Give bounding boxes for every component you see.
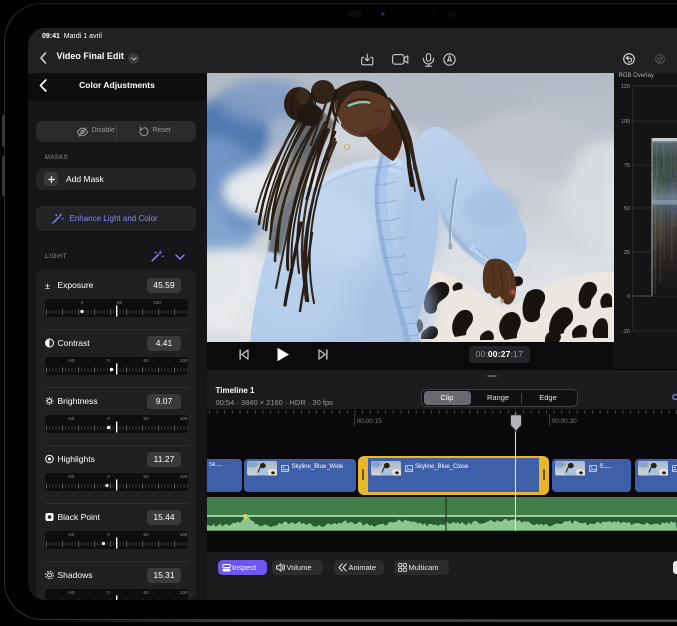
svg-text:0: 0 <box>107 474 110 479</box>
svg-text:-50: -50 <box>68 358 75 363</box>
svg-text:100: 100 <box>180 590 188 595</box>
svg-text:-50: -50 <box>68 590 75 595</box>
svg-text:100: 100 <box>180 532 188 537</box>
svg-text:100: 100 <box>621 119 630 125</box>
svg-text:25: 25 <box>624 250 630 256</box>
svg-text:0: 0 <box>627 294 630 300</box>
svg-text:0: 0 <box>107 416 110 421</box>
svg-text:50: 50 <box>143 358 149 363</box>
svg-text:-50: -50 <box>68 474 75 479</box>
svg-text:100: 100 <box>180 474 188 479</box>
svg-text:120: 120 <box>621 84 630 90</box>
svg-text:-20: -20 <box>622 329 630 335</box>
svg-text:75: 75 <box>624 163 630 169</box>
svg-text:0: 0 <box>81 300 84 305</box>
svg-text:50: 50 <box>117 300 123 305</box>
svg-text:50: 50 <box>143 474 149 479</box>
svg-text:0: 0 <box>107 532 110 537</box>
svg-text:0: 0 <box>107 358 110 363</box>
svg-text:100: 100 <box>153 300 161 305</box>
svg-text:50: 50 <box>143 416 149 421</box>
svg-text:-50: -50 <box>68 416 75 421</box>
svg-text:100: 100 <box>180 416 188 421</box>
svg-text:±: ± <box>45 281 50 290</box>
svg-text:100: 100 <box>180 358 188 363</box>
svg-text:0: 0 <box>107 590 110 595</box>
svg-text:50: 50 <box>143 590 149 595</box>
svg-text:50: 50 <box>624 206 630 212</box>
svg-text:50: 50 <box>143 532 149 537</box>
svg-text:-50: -50 <box>68 532 75 537</box>
